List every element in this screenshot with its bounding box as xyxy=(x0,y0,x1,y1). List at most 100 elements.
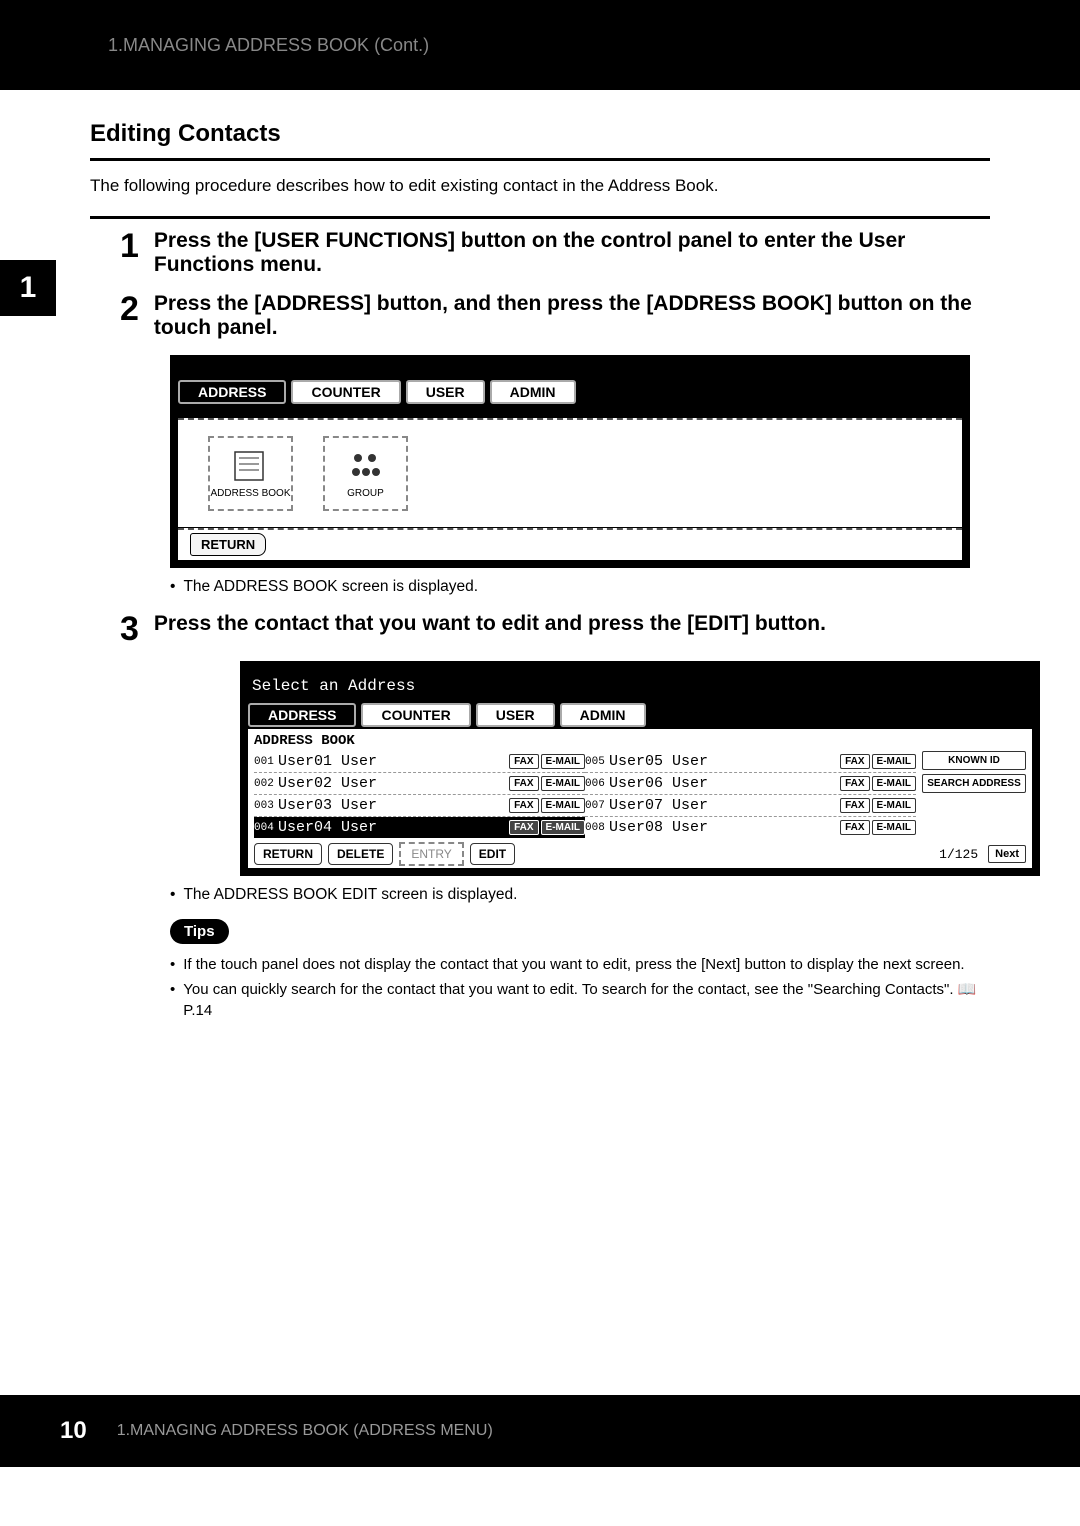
thick-divider xyxy=(90,216,990,219)
addr-row-006[interactable]: 006 User06 User FAX E-MAIL xyxy=(585,773,916,795)
address-book-label: ADDRESS BOOK xyxy=(210,488,290,499)
fax-button[interactable]: FAX xyxy=(840,798,869,813)
return-button[interactable]: RETURN xyxy=(254,843,322,865)
email-button[interactable]: E-MAIL xyxy=(872,798,916,813)
step-text-3: Press the contact that you want to edit … xyxy=(154,612,990,646)
addr-col-right: 005 User05 User FAX E-MAIL 006 User06 Us… xyxy=(585,751,916,838)
step-3-note-text: The ADDRESS BOOK EDIT screen is displaye… xyxy=(183,886,517,904)
group-icon xyxy=(346,448,386,484)
group-button[interactable]: GROUP xyxy=(323,436,408,511)
edit-button[interactable]: EDIT xyxy=(470,843,515,865)
bullet-icon: • xyxy=(170,886,175,904)
addr-row-001[interactable]: 001 User01 User FAX E-MAIL xyxy=(254,751,585,773)
screenshot-address-book-list: Select an Address ADDRESS COUNTER USER A… xyxy=(240,661,990,876)
step-2-note-text: The ADDRESS BOOK screen is displayed. xyxy=(183,578,478,596)
addr-name: User03 User xyxy=(278,797,507,814)
addr-id: 005 xyxy=(585,756,609,768)
step-2-note: • The ADDRESS BOOK screen is displayed. xyxy=(90,578,990,596)
bullet-icon: • xyxy=(170,979,175,1021)
addr-name: User01 User xyxy=(278,753,507,770)
fax-button[interactable]: FAX xyxy=(509,754,538,769)
email-button[interactable]: E-MAIL xyxy=(541,754,585,769)
tab2-admin[interactable]: ADMIN xyxy=(560,703,646,727)
email-button[interactable]: E-MAIL xyxy=(541,798,585,813)
addr-id: 002 xyxy=(254,778,278,790)
chapter-tab: 1 xyxy=(0,260,56,316)
bullet-icon: • xyxy=(170,954,175,975)
addr-id: 006 xyxy=(585,778,609,790)
email-button[interactable]: E-MAIL xyxy=(872,820,916,835)
tips-badge: Tips xyxy=(170,919,229,944)
step-3: 3 Press the contact that you want to edi… xyxy=(90,612,990,646)
header-breadcrumb: 1.MANAGING ADDRESS BOOK (Cont.) xyxy=(108,35,429,56)
fax-button[interactable]: FAX xyxy=(509,776,538,791)
tips-list: • If the touch panel does not display th… xyxy=(170,954,990,1021)
email-button[interactable]: E-MAIL xyxy=(541,776,585,791)
next-button[interactable]: Next xyxy=(988,845,1026,863)
known-id-button[interactable]: KNOWN ID xyxy=(922,751,1026,770)
page-number: 10 xyxy=(60,1417,87,1445)
addr-name: User06 User xyxy=(609,775,838,792)
addr-name: User05 User xyxy=(609,753,838,770)
addr-row-008[interactable]: 008 User08 User FAX E-MAIL xyxy=(585,817,916,838)
email-button[interactable]: E-MAIL xyxy=(541,820,585,835)
step-3-note: • The ADDRESS BOOK EDIT screen is displa… xyxy=(90,886,990,904)
fax-button[interactable]: FAX xyxy=(840,754,869,769)
step-num-1: 1 xyxy=(120,229,139,277)
step-text-2: Press the [ADDRESS] button, and then pre… xyxy=(154,292,990,340)
screen2-footer: RETURN DELETE ENTRY EDIT 1/125 Next xyxy=(254,838,1026,866)
addr-name: User02 User xyxy=(278,775,507,792)
tips-section: Tips • If the touch panel does not displ… xyxy=(90,904,990,1021)
addr-book-caption: ADDRESS BOOK xyxy=(254,733,1026,749)
email-button[interactable]: E-MAIL xyxy=(872,776,916,791)
step-num-2: 2 xyxy=(120,292,139,340)
addr-row-007[interactable]: 007 User07 User FAX E-MAIL xyxy=(585,795,916,817)
screen2-header: Select an Address xyxy=(248,669,1032,703)
step-1: 1 Press the [USER FUNCTIONS] button on t… xyxy=(90,229,990,277)
tab-user[interactable]: USER xyxy=(406,380,485,404)
addr-id: 003 xyxy=(254,800,278,812)
addr-id: 004 xyxy=(254,822,278,834)
screenshot-address-menu: ADDRESS COUNTER USER ADMIN ADDRESS BOOK xyxy=(170,355,990,568)
fax-button[interactable]: FAX xyxy=(840,776,869,791)
tip-text: If the touch panel does not display the … xyxy=(183,954,964,975)
bullet-icon: • xyxy=(170,578,175,596)
email-button[interactable]: E-MAIL xyxy=(872,754,916,769)
tab2-address[interactable]: ADDRESS xyxy=(248,703,356,727)
tab2-user[interactable]: USER xyxy=(476,703,555,727)
fax-button[interactable]: FAX xyxy=(509,798,538,813)
address-book-button[interactable]: ADDRESS BOOK xyxy=(208,436,293,511)
fax-button[interactable]: FAX xyxy=(509,820,538,835)
addr-name: User04 User xyxy=(278,819,507,836)
step-2: 2 Press the [ADDRESS] button, and then p… xyxy=(90,292,990,340)
tab2-counter[interactable]: COUNTER xyxy=(361,703,470,727)
addr-name: User07 User xyxy=(609,797,838,814)
tab-counter[interactable]: COUNTER xyxy=(291,380,400,404)
addr-name: User08 User xyxy=(609,819,838,836)
entry-button[interactable]: ENTRY xyxy=(399,842,463,866)
page-footer: 10 1.MANAGING ADDRESS BOOK (ADDRESS MENU… xyxy=(0,1395,1080,1467)
fax-button[interactable]: FAX xyxy=(840,820,869,835)
addr-row-002[interactable]: 002 User02 User FAX E-MAIL xyxy=(254,773,585,795)
step-text-1: Press the [USER FUNCTIONS] button on the… xyxy=(154,229,990,277)
addr-id: 001 xyxy=(254,756,278,768)
delete-button[interactable]: DELETE xyxy=(328,843,393,865)
return-button[interactable]: RETURN xyxy=(190,533,266,556)
tab-admin[interactable]: ADMIN xyxy=(490,380,576,404)
addr-row-003[interactable]: 003 User03 User FAX E-MAIL xyxy=(254,795,585,817)
addr-id: 008 xyxy=(585,822,609,834)
divider xyxy=(90,158,990,161)
addr-side-buttons: KNOWN ID SEARCH ADDRESS xyxy=(916,751,1026,838)
tip-item-2: • You can quickly search for the contact… xyxy=(170,979,990,1021)
tab-address[interactable]: ADDRESS xyxy=(178,380,286,404)
screen1-tabs: ADDRESS COUNTER USER ADMIN xyxy=(178,380,962,404)
addr-row-004[interactable]: 004 User04 User FAX E-MAIL xyxy=(254,817,585,838)
addr-col-left: 001 User01 User FAX E-MAIL 002 User02 Us… xyxy=(254,751,585,838)
group-label: GROUP xyxy=(347,488,384,499)
addr-row-005[interactable]: 005 User05 User FAX E-MAIL xyxy=(585,751,916,773)
addr-id: 007 xyxy=(585,800,609,812)
tip-text: You can quickly search for the contact t… xyxy=(183,979,990,1021)
tip-item-1: • If the touch panel does not display th… xyxy=(170,954,990,975)
section-title: Editing Contacts xyxy=(90,120,990,148)
search-address-button[interactable]: SEARCH ADDRESS xyxy=(922,774,1026,793)
